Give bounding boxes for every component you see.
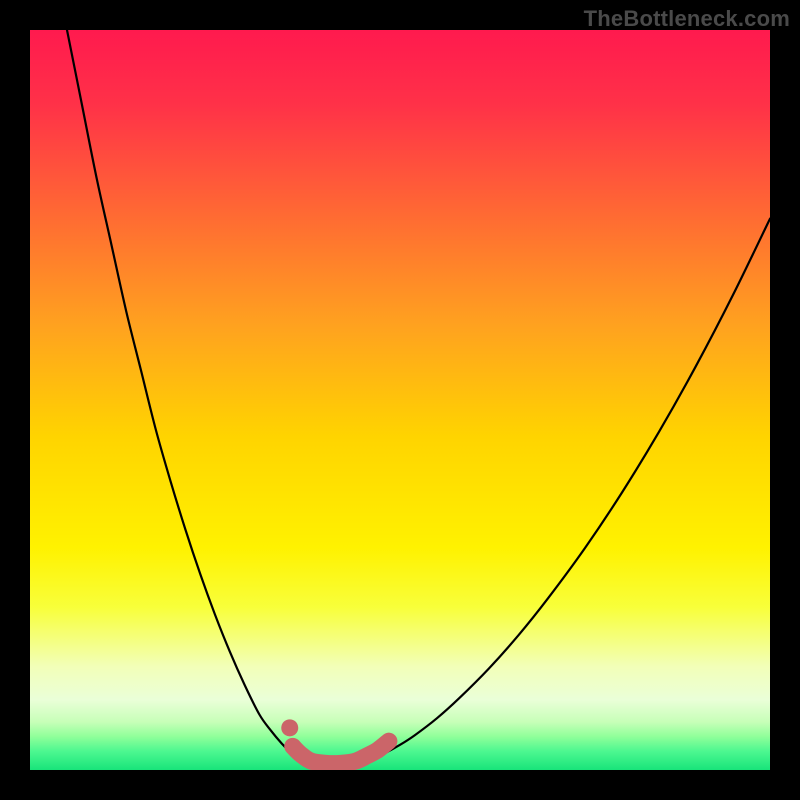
watermark-text: TheBottleneck.com (584, 6, 790, 32)
plot-area (30, 30, 770, 770)
chart-frame: TheBottleneck.com (0, 0, 800, 800)
chart-svg (30, 30, 770, 770)
gradient-bg (30, 30, 770, 770)
highlight-dot (281, 719, 298, 736)
